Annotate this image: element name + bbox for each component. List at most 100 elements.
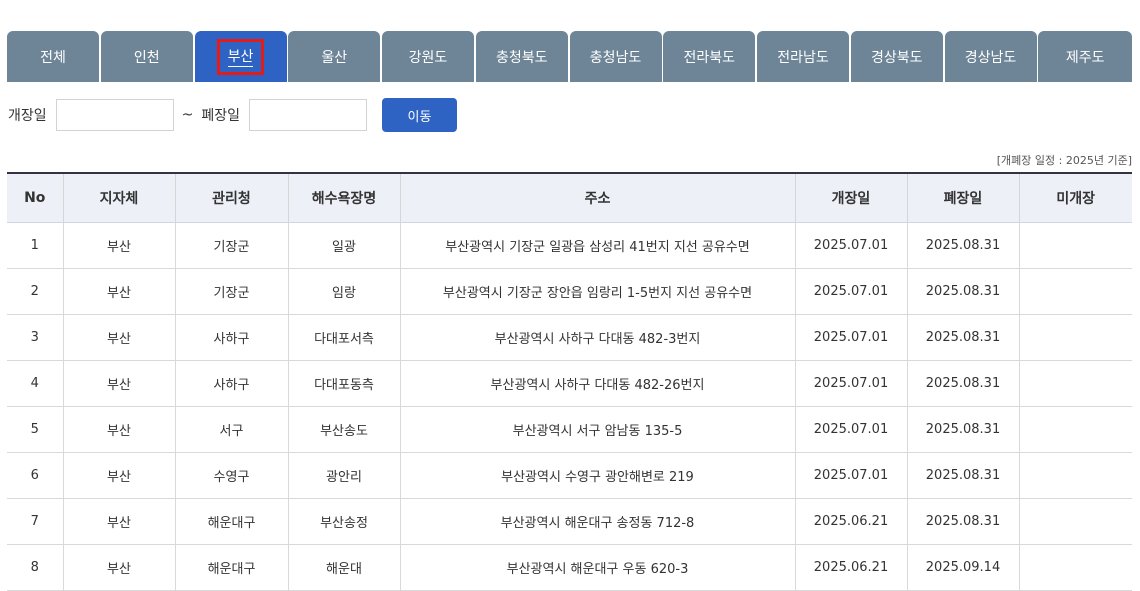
table-row: 6 부산 수영구 광안리 부산광역시 수영구 광안해변로 219 2025.07… (7, 452, 1132, 499)
cell-municipality: 부산 (63, 314, 176, 361)
cell-not-open (1019, 406, 1132, 453)
close-date-input[interactable] (249, 99, 368, 131)
header-no: No (7, 172, 64, 223)
cell-beach-name: 해운대 (288, 544, 401, 591)
cell-beach-name: 부산송정 (288, 498, 401, 545)
cell-municipality: 부산 (63, 406, 176, 453)
cell-close-date: 2025.08.31 (907, 452, 1020, 499)
table-row: 7 부산 해운대구 부산송정 부산광역시 해운대구 송정동 712-8 2025… (7, 498, 1132, 545)
cell-beach-name: 임랑 (288, 268, 401, 315)
tab-gyeongbuk[interactable]: 경상북도 (850, 31, 943, 82)
cell-no: 6 (7, 452, 64, 499)
table-row: 2 부산 기장군 임랑 부산광역시 기장군 장안읍 임랑리 1-5번지 지선 공… (7, 268, 1132, 315)
cell-no: 4 (7, 360, 64, 407)
header-municipality: 지자체 (63, 172, 176, 223)
cell-open-date: 2025.07.01 (795, 406, 908, 453)
header-not-open: 미개장 (1019, 172, 1132, 223)
cell-office: 해운대구 (175, 498, 289, 545)
cell-not-open (1019, 314, 1132, 361)
open-date-input[interactable] (55, 99, 174, 131)
table-header-row: No 지자체 관리청 해수욕장명 주소 개장일 폐장일 미개장 (7, 172, 1132, 223)
open-date-label: 개장일 (8, 108, 47, 124)
range-separator: ~ (181, 107, 194, 123)
cell-municipality: 부산 (63, 544, 176, 591)
table-row: 4 부산 사하구 다대포동측 부산광역시 사하구 다대동 482-26번지 20… (7, 360, 1132, 407)
cell-close-date: 2025.08.31 (907, 268, 1020, 315)
cell-address: 부산광역시 해운대구 송정동 712-8 (400, 498, 796, 545)
schedule-notice: [개폐장 일정 : 2025년 기준] (996, 154, 1132, 167)
tab-jeonbuk[interactable]: 전라북도 (663, 31, 756, 82)
cell-address: 부산광역시 기장군 장안읍 임랑리 1-5번지 지선 공유수면 (400, 268, 796, 315)
cell-not-open (1019, 360, 1132, 407)
cell-not-open (1019, 452, 1132, 499)
cell-address: 부산광역시 기장군 일광읍 삼성리 41번지 지선 공유수면 (400, 222, 796, 269)
cell-not-open (1019, 268, 1132, 315)
cell-municipality: 부산 (63, 360, 176, 407)
tab-chungbuk[interactable]: 충청북도 (475, 31, 568, 82)
date-filter: 개장일 ~ 폐장일 이동 (8, 98, 458, 132)
cell-beach-name: 일광 (288, 222, 401, 269)
tab-jeonnam[interactable]: 전라남도 (757, 31, 849, 82)
cell-not-open (1019, 222, 1132, 269)
cell-address: 부산광역시 서구 암남동 135-5 (400, 406, 796, 453)
cell-open-date: 2025.06.21 (795, 498, 908, 545)
cell-close-date: 2025.08.31 (907, 406, 1020, 453)
tab-busan[interactable]: 부산 (194, 31, 287, 82)
tab-gangwon[interactable]: 강원도 (382, 31, 474, 82)
tab-incheon[interactable]: 인천 (100, 31, 193, 82)
header-beach-name: 해수욕장명 (288, 172, 401, 223)
cell-municipality: 부산 (63, 268, 176, 315)
cell-open-date: 2025.07.01 (795, 360, 908, 407)
tab-chungnam[interactable]: 충청남도 (569, 31, 662, 82)
cell-open-date: 2025.07.01 (795, 268, 908, 315)
cell-close-date: 2025.08.31 (907, 498, 1020, 545)
cell-close-date: 2025.08.31 (907, 314, 1020, 361)
cell-office: 기장군 (175, 268, 289, 315)
tab-jeju[interactable]: 제주도 (1038, 31, 1133, 82)
header-open-date: 개장일 (795, 172, 908, 223)
cell-office: 서구 (175, 406, 289, 453)
cell-municipality: 부산 (63, 498, 176, 545)
cell-open-date: 2025.06.21 (795, 544, 908, 591)
cell-no: 8 (7, 544, 64, 591)
cell-no: 2 (7, 268, 64, 315)
table-row: 1 부산 기장군 일광 부산광역시 기장군 일광읍 삼성리 41번지 지선 공유… (7, 222, 1132, 269)
cell-address: 부산광역시 해운대구 우동 620-3 (400, 544, 796, 591)
cell-no: 3 (7, 314, 64, 361)
header-office: 관리청 (175, 172, 289, 223)
cell-close-date: 2025.09.14 (907, 544, 1020, 591)
cell-address: 부산광역시 사하구 다대동 482-26번지 (400, 360, 796, 407)
cell-office: 기장군 (175, 222, 289, 269)
cell-close-date: 2025.08.31 (907, 360, 1020, 407)
tab-gyeongnam[interactable]: 경상남도 (944, 31, 1037, 82)
cell-office: 해운대구 (175, 544, 289, 591)
cell-no: 5 (7, 406, 64, 453)
cell-open-date: 2025.07.01 (795, 452, 908, 499)
cell-beach-name: 다대포서측 (288, 314, 401, 361)
close-date-label: 폐장일 (201, 108, 241, 124)
cell-office: 사하구 (175, 360, 289, 407)
cell-close-date: 2025.08.31 (907, 222, 1020, 269)
cell-beach-name: 다대포동측 (288, 360, 401, 407)
cell-municipality: 부산 (63, 452, 176, 499)
selected-highlight: 부산 (216, 38, 265, 75)
cell-address: 부산광역시 수영구 광안해변로 219 (400, 452, 796, 499)
move-button[interactable]: 이동 (382, 98, 458, 132)
header-address: 주소 (400, 172, 796, 223)
table-row: 3 부산 사하구 다대포서측 부산광역시 사하구 다대동 482-3번지 202… (7, 314, 1132, 361)
cell-not-open (1019, 544, 1132, 591)
cell-beach-name: 광안리 (288, 452, 401, 499)
cell-office: 수영구 (175, 452, 289, 499)
cell-municipality: 부산 (63, 222, 176, 269)
beach-table: No 지자체 관리청 해수욕장명 주소 개장일 폐장일 미개장 1 부산 기장군… (7, 172, 1132, 591)
cell-office: 사하구 (175, 314, 289, 361)
cell-no: 1 (7, 222, 64, 269)
cell-not-open (1019, 498, 1132, 545)
tab-ulsan[interactable]: 울산 (288, 31, 381, 82)
cell-open-date: 2025.07.01 (795, 314, 908, 361)
cell-open-date: 2025.07.01 (795, 222, 908, 269)
tab-all[interactable]: 전체 (7, 31, 99, 82)
header-close-date: 폐장일 (907, 172, 1020, 223)
cell-no: 7 (7, 498, 64, 545)
cell-beach-name: 부산송도 (288, 406, 401, 453)
